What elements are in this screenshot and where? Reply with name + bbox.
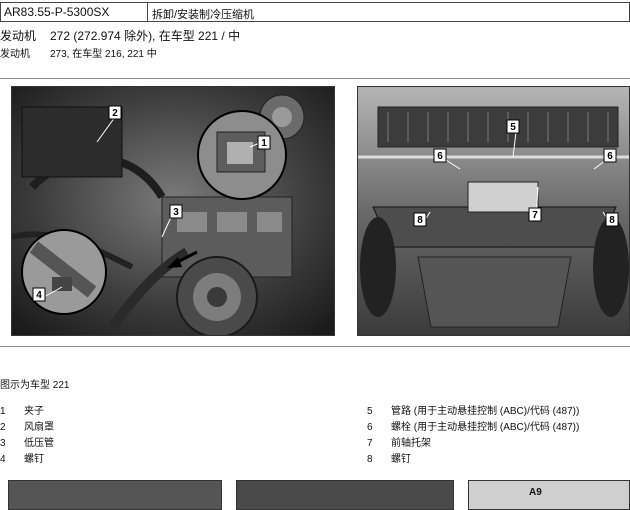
engine-label: 发动机	[0, 49, 30, 60]
legend-item: 8 螺钉	[367, 454, 411, 465]
svg-text:8: 8	[609, 215, 615, 226]
callout-1: 1	[257, 135, 271, 150]
legend-item: 7 前轴托架	[367, 438, 431, 449]
svg-text:6: 6	[607, 151, 613, 162]
engine-line-1: 发动机 272 (272.974 除外), 在车型 221 / 中	[0, 27, 240, 44]
svg-text:8: 8	[417, 215, 423, 226]
underbody-photo: 5 6 6 7 8 8	[357, 86, 630, 336]
legend-item: 3 低压管	[0, 438, 54, 449]
callout-6: 6	[603, 148, 617, 163]
legend-item: 1 夹子	[0, 406, 44, 417]
divider	[0, 78, 630, 79]
svg-text:6: 6	[437, 151, 443, 162]
engine-value: 272 (272.974 除外), 在车型 221 / 中	[50, 29, 241, 43]
callout-8: 8	[413, 212, 427, 227]
figure-caption: 图示为车型 221	[0, 380, 70, 391]
divider	[0, 346, 630, 347]
engine-label: 发动机	[0, 29, 37, 43]
document-title: 拆卸/安装制冷压缩机	[148, 2, 630, 22]
callout-8: 8	[605, 212, 619, 227]
legend-item: 6 螺栓 (用于主动悬挂控制 (ABC)/代码 (487))	[367, 422, 580, 433]
callout-7: 7	[528, 207, 542, 222]
callout-4: 4	[32, 287, 46, 302]
engine-line-2: 发动机 273, 在车型 216, 221 中	[0, 45, 157, 60]
legend-right: 5 管路 (用于主动悬挂控制 (ABC)/代码 (487)) 6 螺栓 (用于主动悬…	[367, 404, 579, 468]
svg-text:2: 2	[112, 108, 118, 119]
svg-text:1: 1	[261, 138, 267, 149]
bottom-photo-2	[236, 480, 454, 510]
document-header: AR83.55-P-5300SX 拆卸/安装制冷压缩机	[0, 2, 630, 24]
panel-label: A9	[529, 487, 542, 498]
engine-value: 273, 在车型 216, 221 中	[50, 49, 157, 60]
callout-2: 2	[108, 105, 122, 120]
engine-bay-photo: 1 2 3 4	[11, 86, 335, 336]
legend-item: 4 螺钉	[0, 454, 44, 465]
legend-item: 2 风扇罩	[0, 422, 54, 433]
bottom-photo-1	[8, 480, 222, 510]
callout-3: 3	[169, 204, 183, 219]
bottom-photo-3: A9	[468, 480, 630, 510]
document-code: AR83.55-P-5300SX	[0, 2, 148, 22]
svg-text:3: 3	[173, 207, 179, 218]
callout-5: 5	[506, 119, 520, 134]
legend-item: 5 管路 (用于主动悬挂控制 (ABC)/代码 (487))	[367, 406, 580, 417]
legend-left: 1 夹子 2 风扇罩 3 低压管 4 螺钉	[0, 404, 54, 468]
svg-text:4: 4	[36, 290, 42, 301]
callout-6: 6	[433, 148, 447, 163]
svg-text:5: 5	[510, 122, 516, 133]
svg-text:7: 7	[532, 210, 538, 221]
